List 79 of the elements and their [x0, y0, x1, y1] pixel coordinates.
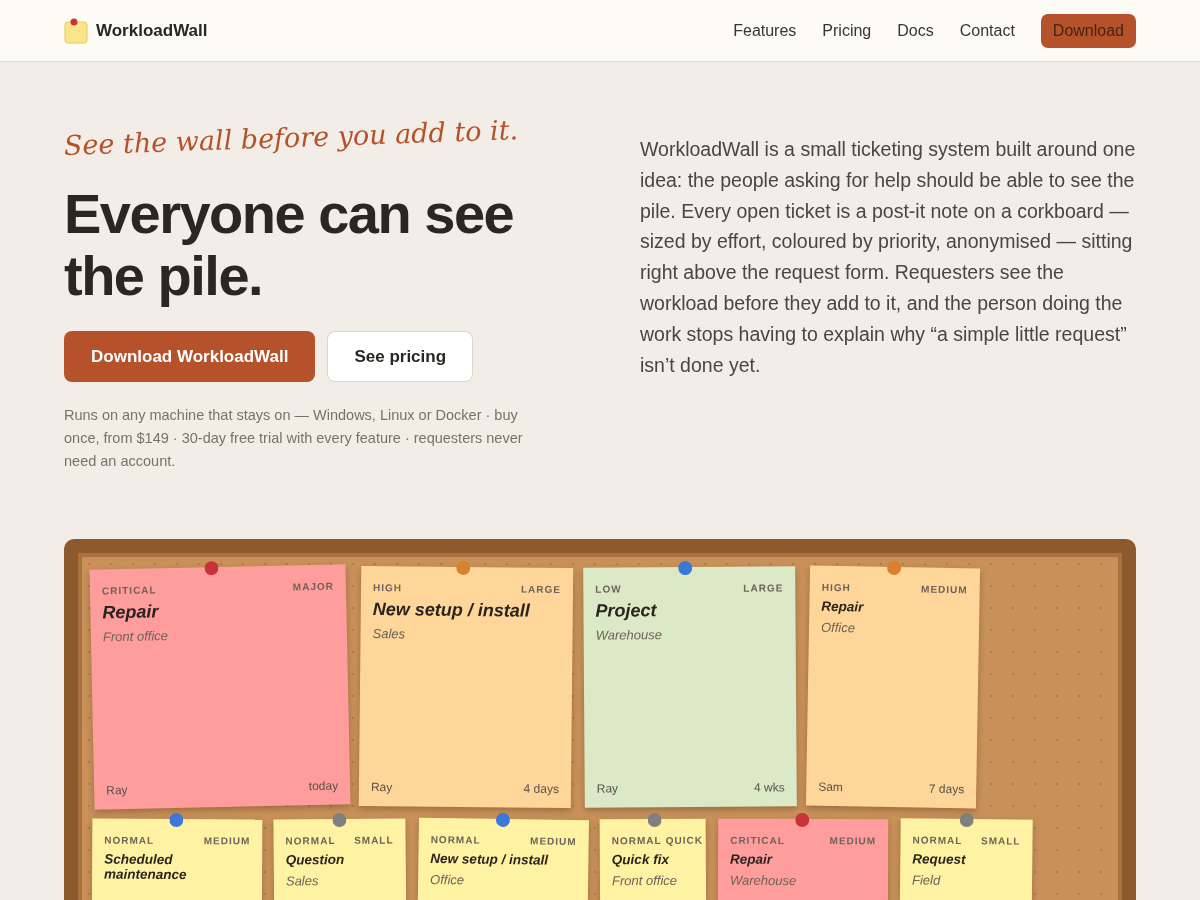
- priority-label: HIGH: [821, 581, 851, 594]
- tagline: See the wall before you add to it.: [63, 113, 520, 161]
- note-age: today: [308, 778, 339, 794]
- sticky-note[interactable]: HIGH MEDIUM Repair Office Sam 7 days: [805, 565, 981, 809]
- sticky-note[interactable]: NORMAL MEDIUM New setup / install Office: [417, 817, 589, 900]
- size-label: SMALL: [981, 835, 1021, 847]
- pin-icon: [886, 560, 901, 576]
- sticky-note[interactable]: NORMAL MEDIUM Scheduled maintenance: [91, 818, 263, 900]
- fine-print: Runs on any machine that stays on — Windows, Linux or Docker · buy once, from $149 · 30-day free trial with every feature · requesters never need an account.: [64, 406, 524, 471]
- priority-label: CRITICAL: [101, 584, 157, 597]
- note-age: 4 days: [523, 781, 559, 796]
- requester: Ray: [596, 781, 619, 796]
- note-location: Field: [912, 872, 942, 889]
- note-title: Project: [595, 599, 658, 622]
- sticky-note[interactable]: CRITICAL MEDIUM Repair Warehouse: [717, 818, 889, 900]
- note-title: New setup / install: [430, 851, 550, 868]
- pin-icon: [168, 812, 183, 828]
- nav-link[interactable]: Features: [733, 21, 797, 40]
- note-title: Repair: [102, 600, 160, 624]
- nav-link[interactable]: Contact: [959, 21, 1015, 40]
- sticky-note-icon: [64, 17, 88, 44]
- pin-icon: [678, 561, 693, 576]
- requester: Sam: [818, 779, 844, 795]
- priority-label: CRITICAL: [730, 834, 785, 846]
- size-label: LARGE: [743, 582, 784, 594]
- size-label: MEDIUM: [921, 583, 968, 596]
- download-button[interactable]: Download WorkloadWall: [64, 331, 316, 382]
- size-label: QUICK: [665, 834, 703, 846]
- note-title: Scheduled maintenance: [104, 851, 188, 883]
- priority-label: NORMAL: [611, 834, 662, 847]
- pin-icon: [332, 812, 347, 828]
- note-age: 7 days: [928, 781, 965, 797]
- pricing-button[interactable]: See pricing: [327, 331, 474, 382]
- size-label: MEDIUM: [530, 835, 577, 847]
- sticky-note[interactable]: NORMAL QUICK Quick fix Front office: [599, 818, 707, 900]
- note-age: 4 wks: [753, 780, 785, 795]
- size-label: MAJOR: [292, 580, 335, 593]
- sticky-note[interactable]: LOW LARGE Project Warehouse Ray 4 wks: [583, 566, 797, 808]
- note-location: Front office: [611, 872, 679, 889]
- note-location: Office: [820, 619, 857, 638]
- priority-label: LOW: [595, 583, 622, 595]
- pin-icon: [456, 560, 471, 576]
- note-title: New setup / install: [372, 599, 531, 622]
- note-location: Sales: [285, 872, 320, 889]
- pin-icon: [204, 561, 219, 576]
- note-title: Question: [285, 851, 346, 868]
- sticky-note[interactable]: NORMAL SMALL Question Sales: [273, 818, 407, 900]
- priority-label: NORMAL: [104, 834, 155, 846]
- note-title: Quick fix: [611, 851, 670, 868]
- note-location: Warehouse: [730, 872, 798, 889]
- pin-icon: [495, 812, 510, 828]
- size-label: MEDIUM: [203, 835, 251, 847]
- nav-link[interactable]: Pricing: [822, 21, 872, 40]
- note-location: Front office: [102, 627, 170, 645]
- nav-link[interactable]: Docs: [897, 21, 934, 40]
- note-title: Repair: [821, 598, 865, 617]
- sticky-note[interactable]: HIGH LARGE New setup / install Sales Ray 4 days: [358, 565, 574, 809]
- size-label: MEDIUM: [829, 835, 877, 847]
- priority-label: NORMAL: [430, 834, 481, 846]
- pin-icon: [794, 812, 809, 827]
- pin-icon: [647, 812, 662, 828]
- priority-label: NORMAL: [912, 834, 963, 846]
- description: WorkloadWall is a small ticketing system built around one idea: the people asking for help should be able to see the pile. Every open ticket is a post-it note on a corkboard — sized by effort, coloured by priority, anonymised — sitting right above the request form. Requesters see the workload before they add to it, and the person doing the work stops having to explain why “a simple little request” isn’t done yet.: [640, 137, 1136, 378]
- note-location: Office: [430, 872, 466, 889]
- sticky-note[interactable]: NORMAL SMALL Request Field: [899, 818, 1033, 900]
- priority-label: NORMAL: [285, 835, 336, 847]
- sticky-note[interactable]: CRITICAL MAJOR Repair Front office Ray today: [89, 564, 351, 810]
- note-title: Repair: [730, 851, 774, 868]
- priority-label: HIGH: [373, 582, 403, 594]
- size-label: LARGE: [520, 583, 562, 595]
- heading: Everyone can see the pile.: [64, 183, 515, 307]
- note-title: Request: [912, 851, 967, 868]
- pin-icon: [960, 812, 975, 828]
- brand-name[interactable]: WorkloadWall: [96, 20, 208, 41]
- requester: Ray: [106, 782, 128, 798]
- requester: Ray: [370, 780, 393, 795]
- size-label: SMALL: [354, 834, 394, 846]
- note-location: Warehouse: [595, 626, 663, 643]
- note-location: Sales: [372, 626, 407, 643]
